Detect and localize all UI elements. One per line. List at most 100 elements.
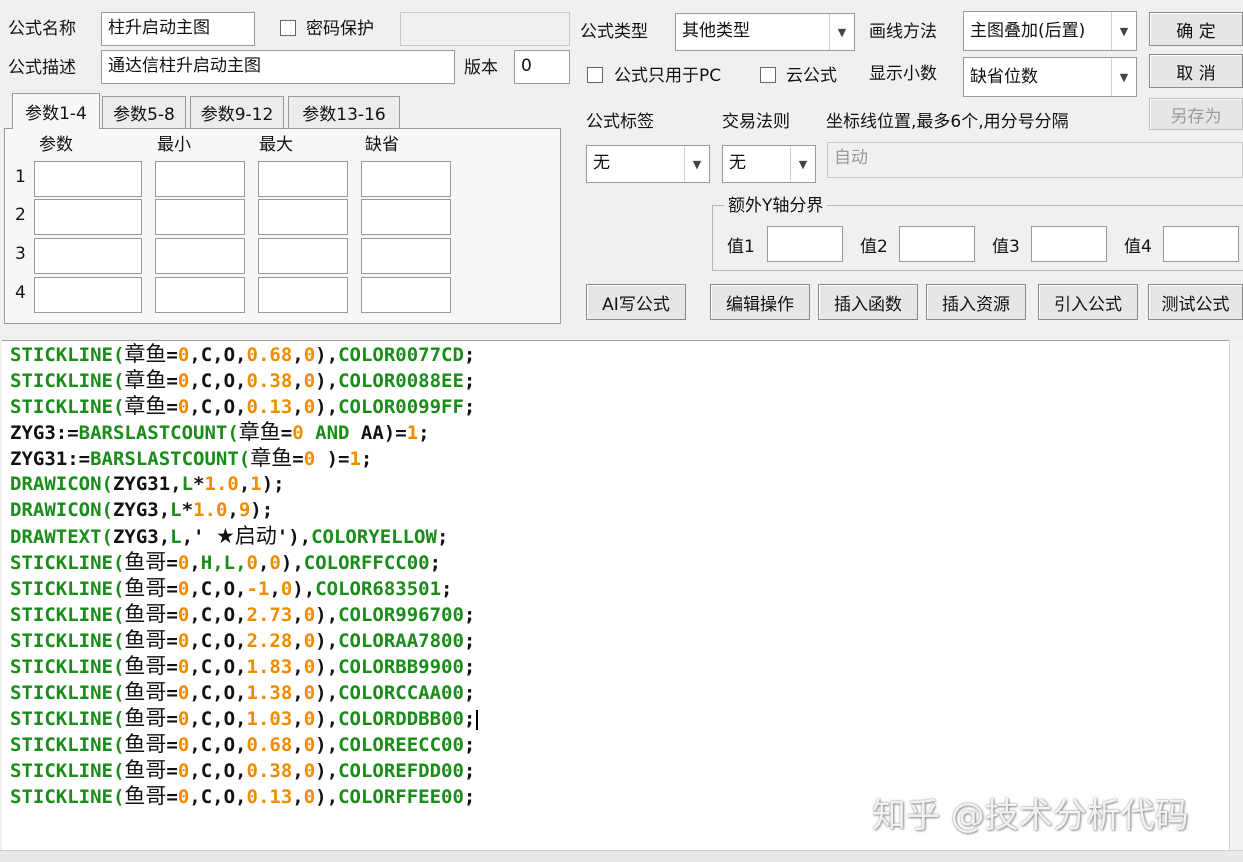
param-max-input[interactable] <box>258 199 348 235</box>
save-as-button[interactable]: 另存为 <box>1149 98 1243 130</box>
tab-params-13-16[interactable]: 参数13-16 <box>288 96 400 128</box>
code-token: L <box>170 499 182 521</box>
code-token: 0.68 <box>246 344 293 366</box>
code-token: AND <box>303 422 361 444</box>
code-line[interactable]: STICKLINE(章鱼=0,C,O,0.13,0),COLOR0099FF; <box>10 393 475 420</box>
param-default-input[interactable] <box>361 238 451 274</box>
tab-params-1-4[interactable]: 参数1-4 <box>12 93 100 129</box>
code-line[interactable]: STICKLINE(鱼哥=0,C,O,2.28,0),COLORAA7800; <box>10 627 475 654</box>
ai-formula-button[interactable]: AI写公式 <box>586 284 686 320</box>
tag-select[interactable]: 无 ▼ <box>586 145 710 183</box>
code-token: STICKLINE( <box>10 786 125 808</box>
param-min-input[interactable] <box>155 199 245 235</box>
code-line[interactable]: STICKLINE(鱼哥=0,C,O,0.38,0),COLOREFDD00; <box>10 757 475 784</box>
trade-rule-select[interactable]: 无 ▼ <box>722 145 816 183</box>
param-name-input[interactable] <box>34 277 142 313</box>
param-max-input[interactable] <box>258 161 348 197</box>
code-token: ZYG31:= <box>10 448 91 470</box>
param-row-number: 3 <box>15 244 26 264</box>
formula-type-label: 公式类型 <box>580 22 648 42</box>
password-checkbox[interactable] <box>280 20 296 36</box>
code-line[interactable]: ZYG3:=BARSLASTCOUNT(章鱼=0 AND AA)=1; <box>10 419 430 446</box>
y-value-3-input[interactable] <box>1031 226 1107 262</box>
code-token: ,C,O, <box>189 344 247 366</box>
code-token: 章鱼 <box>124 394 167 418</box>
code-token: STICKLINE( <box>10 370 125 392</box>
param-name-input[interactable] <box>34 238 142 274</box>
code-token: = <box>166 786 178 808</box>
cloud-checkbox[interactable] <box>760 67 776 83</box>
param-min-input[interactable] <box>155 277 245 313</box>
code-line[interactable]: ZYG31:=BARSLASTCOUNT(章鱼=0 )=1; <box>10 445 372 472</box>
code-token: ,C,O, <box>189 682 247 704</box>
code-token: = <box>166 552 178 574</box>
ok-button[interactable]: 确 定 <box>1149 12 1243 46</box>
cancel-button[interactable]: 取 消 <box>1149 54 1243 88</box>
code-line[interactable]: STICKLINE(鱼哥=0,C,O,1.38,0),COLORCCAA00; <box>10 679 475 706</box>
y-value-2-input[interactable] <box>899 226 975 262</box>
code-token: ; <box>463 396 476 418</box>
pc-only-checkbox[interactable] <box>587 67 603 83</box>
axis-input[interactable]: 自动 <box>827 142 1243 178</box>
formula-name-input[interactable]: 柱升启动主图 <box>101 12 255 46</box>
code-token: 2.73 <box>246 604 293 626</box>
param-default-input[interactable] <box>361 199 451 235</box>
code-line[interactable]: DRAWICON(ZYG31,L*1.0,1); <box>10 471 285 497</box>
code-line[interactable]: STICKLINE(章鱼=0,C,O,0.68,0),COLOR0077CD; <box>10 341 475 368</box>
code-line[interactable]: DRAWICON(ZYG3,L*1.0,9); <box>10 497 273 523</box>
code-line[interactable]: STICKLINE(鱼哥=0,H,L,0,0),COLORFFCC00; <box>10 549 441 576</box>
code-line[interactable]: DRAWTEXT(ZYG3,L,' ★启动'),COLORYELLOW; <box>10 523 448 550</box>
password-input[interactable] <box>400 12 570 46</box>
tab-params-5-8[interactable]: 参数5-8 <box>102 96 186 128</box>
param-name-input[interactable] <box>34 161 142 197</box>
param-default-input[interactable] <box>361 277 451 313</box>
param-default-input[interactable] <box>361 161 451 197</box>
code-editor[interactable]: STICKLINE(章鱼=0,C,O,0.68,0),COLOR0077CD; S… <box>2 340 1230 851</box>
param-max-input[interactable] <box>258 277 348 313</box>
code-token: ,C,O, <box>189 578 247 600</box>
insert-resource-button[interactable]: 插入资源 <box>926 284 1026 320</box>
code-token: STICKLINE( <box>10 734 125 756</box>
insert-function-button[interactable]: 插入函数 <box>818 284 918 320</box>
code-token: COLORCCAA00 <box>338 682 464 704</box>
chevron-down-icon: ▼ <box>829 14 854 50</box>
code-line[interactable]: STICKLINE(鱼哥=0,C,O,2.73,0),COLOR996700; <box>10 601 475 628</box>
code-token: 2.28 <box>246 630 293 652</box>
param-max-input[interactable] <box>258 238 348 274</box>
edit-ops-button[interactable]: 编辑操作 <box>710 284 810 320</box>
param-min-input[interactable] <box>155 238 245 274</box>
vertical-scrollbar[interactable] <box>1229 340 1243 850</box>
version-label: 版本 <box>464 58 498 78</box>
code-line[interactable]: STICKLINE(鱼哥=0,C,O,1.03,0),COLORDDBB00; <box>10 705 479 732</box>
code-token: ); <box>261 473 285 495</box>
test-formula-button[interactable]: 测试公式 <box>1148 284 1243 320</box>
tab-params-9-12[interactable]: 参数9-12 <box>190 96 284 128</box>
formula-type-value: 其他类型 <box>682 21 750 41</box>
code-line[interactable]: STICKLINE(鱼哥=0,C,O,-1,0),COLOR683501; <box>10 575 452 602</box>
param-name-input[interactable] <box>34 199 142 235</box>
formula-desc-input[interactable]: 通达信柱升启动主图 <box>101 50 455 84</box>
code-token: BARSLASTCOUNT( <box>78 422 239 444</box>
code-token: , <box>292 734 304 756</box>
code-token: L <box>170 526 182 548</box>
code-token: = <box>280 422 293 444</box>
formula-name-label: 公式名称 <box>8 19 76 39</box>
code-line[interactable]: STICKLINE(鱼哥=0,C,O,0.13,0),COLORFFEE00; <box>10 783 475 810</box>
code-line[interactable]: STICKLINE(章鱼=0,C,O,0.38,0),COLOR0088EE; <box>10 367 475 394</box>
decimals-select[interactable]: 缺省位数 ▼ <box>963 57 1137 97</box>
y-value-2-label: 值2 <box>860 237 888 257</box>
horizontal-scrollbar[interactable] <box>0 850 1243 862</box>
code-token: 1.0 <box>204 473 239 495</box>
formula-type-select[interactable]: 其他类型 ▼ <box>675 13 855 51</box>
param-min-input[interactable] <box>155 161 245 197</box>
trade-rule-label: 交易法则 <box>722 112 790 132</box>
code-token: , <box>269 578 281 600</box>
version-input[interactable]: 0 <box>514 50 570 84</box>
import-formula-button[interactable]: 引入公式 <box>1038 284 1138 320</box>
code-line[interactable]: STICKLINE(鱼哥=0,C,O,0.68,0),COLOREECC00; <box>10 731 475 758</box>
code-line[interactable]: STICKLINE(鱼哥=0,C,O,1.83,0),COLORBB9900; <box>10 653 475 680</box>
y-value-4-input[interactable] <box>1163 226 1239 262</box>
y-value-1-input[interactable] <box>767 226 843 262</box>
draw-method-select[interactable]: 主图叠加(后置) ▼ <box>963 11 1137 51</box>
code-token: 鱼哥 <box>124 706 167 730</box>
